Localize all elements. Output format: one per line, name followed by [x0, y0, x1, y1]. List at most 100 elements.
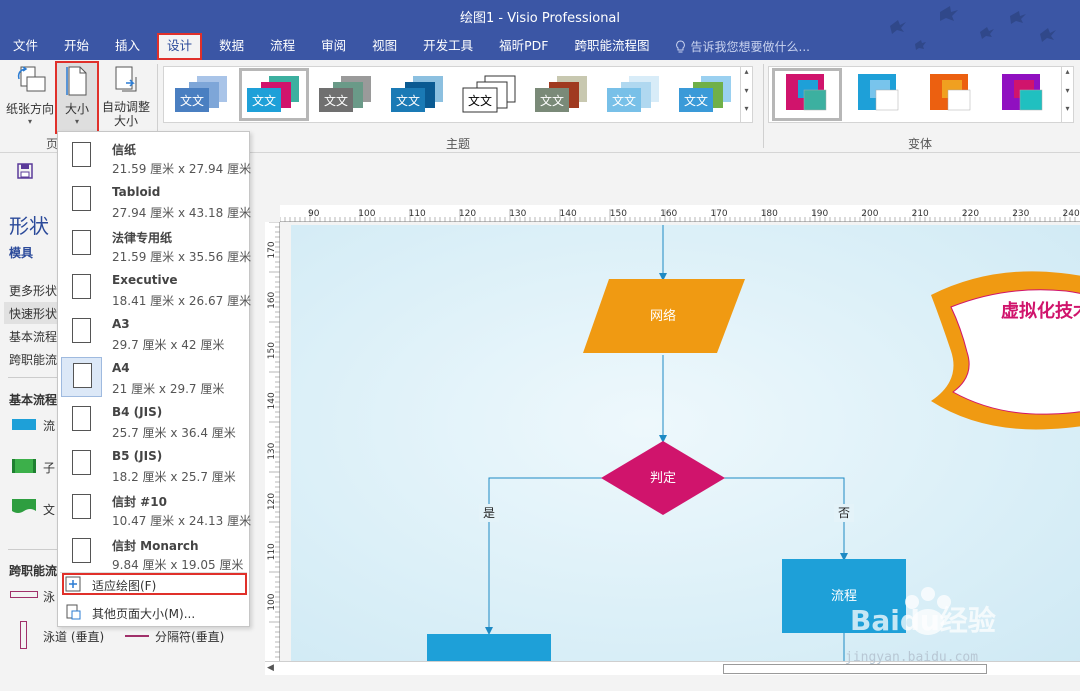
ruler-label: 230: [1012, 209, 1029, 219]
ribbon-separator: [763, 64, 764, 148]
page-size-option[interactable]: 信纸 21.59 厘米 x 27.94 厘米: [58, 136, 251, 180]
page-size-name: 信封 #10: [112, 495, 167, 509]
variant-more[interactable]: ▾: [1061, 104, 1073, 122]
page-size-thumb: [61, 533, 102, 573]
birds-decoration-icon: [890, 6, 1056, 50]
page-size-dims: 10.47 厘米 x 24.13 厘米: [112, 514, 252, 528]
orientation-button[interactable]: 纸张方向 ▾: [4, 65, 56, 126]
page-size-option[interactable]: A3 29.7 厘米 x 42 厘米: [58, 312, 249, 356]
gallery-scroll-up[interactable]: ▴: [740, 67, 752, 86]
scroll-left-icon[interactable]: ◀: [267, 663, 274, 673]
save-icon[interactable]: [17, 163, 33, 179]
connector-no: [723, 477, 848, 561]
more-shapes-link[interactable]: 更多形状: [9, 282, 57, 299]
ruler-label: 150: [267, 342, 277, 359]
tab-data[interactable]: 数据: [206, 33, 257, 59]
variant-swatch[interactable]: [772, 68, 842, 121]
cross-func-item[interactable]: 跨职能流: [9, 351, 57, 368]
gallery-more[interactable]: ▾: [740, 104, 752, 122]
paper-icon: [72, 538, 91, 563]
basic-flow-heading: 基本流程: [9, 393, 58, 407]
theme-swatch[interactable]: 文文: [167, 68, 237, 121]
tab-process[interactable]: 流程: [257, 33, 308, 59]
ruler-label: 220: [962, 209, 979, 219]
process-shape-icon[interactable]: [12, 419, 36, 430]
theme-swatch[interactable]: 文文: [311, 68, 381, 121]
page-size-option[interactable]: 信封 Monarch 9.84 厘米 x 19.05 厘米: [58, 532, 249, 576]
shape-process-label: 流: [43, 419, 56, 433]
ruler-label: 130: [267, 442, 277, 459]
theme-sample-text: 文文: [324, 93, 348, 108]
page-size-option[interactable]: B5 (JIS) 18.2 厘米 x 25.7 厘米: [58, 444, 249, 488]
tab-home[interactable]: 开始: [51, 33, 102, 59]
variant-swatch[interactable]: [916, 68, 986, 121]
tab-view[interactable]: 视图: [359, 33, 410, 59]
themes-group-label: 主题: [446, 137, 471, 151]
orientation-icon: [17, 66, 46, 92]
page-size-option[interactable]: 法律专用纸 21.59 厘米 x 35.56 厘米: [58, 224, 251, 268]
variant-swatch[interactable]: [988, 68, 1058, 121]
shape-subprocess-label: 子: [43, 461, 56, 475]
tab-foxit-pdf[interactable]: 福昕PDF: [486, 33, 561, 59]
tab-design[interactable]: 设计: [157, 32, 203, 60]
paper-icon: [72, 230, 91, 255]
variant-preview-icon: [930, 74, 971, 111]
variant-gallery: ▴ ▾ ▾: [768, 66, 1074, 123]
tab-insert[interactable]: 插入: [102, 33, 153, 59]
swimlane-horizontal-icon[interactable]: [10, 591, 38, 598]
size-button[interactable]: 大小 ▾: [55, 61, 99, 134]
basic-flow-item[interactable]: 基本流程: [9, 328, 57, 345]
swimlane-v-label: 泳道 (垂直): [43, 630, 105, 644]
page-size-thumb: [61, 489, 102, 529]
vertical-ruler: 170 160 150 140 130 120 110 100: [265, 221, 280, 667]
other-page-sizes-command[interactable]: 其他页面大小(M)...: [62, 601, 247, 623]
theme-preview-icon: 文文: [679, 76, 731, 112]
ruler-label: 100: [267, 593, 277, 610]
page-size-option[interactable]: B4 (JIS) 25.7 厘米 x 36.4 厘米: [58, 400, 249, 444]
swimlane-vertical-icon[interactable]: [20, 621, 27, 649]
variant-swatch[interactable]: [844, 68, 914, 121]
theme-swatch[interactable]: 文文: [527, 68, 597, 121]
page-size-option[interactable]: Tabloid 27.94 厘米 x 43.18 厘米: [58, 180, 251, 224]
ruler-label: 190: [811, 209, 828, 219]
theme-swatch[interactable]: 文文: [239, 68, 309, 121]
fit-to-drawing-command[interactable]: 适应绘图(F): [62, 573, 247, 595]
tab-developer[interactable]: 开发工具: [410, 33, 486, 59]
page-size-option[interactable]: 信封 #10 10.47 厘米 x 24.13 厘米: [58, 488, 252, 532]
quick-shapes-item[interactable]: 快速形状: [9, 305, 57, 322]
gallery-scroll-down[interactable]: ▾: [740, 86, 752, 104]
page-size-option[interactable]: A4 21 厘米 x 29.7 厘米: [58, 356, 249, 400]
subprocess-shape-icon[interactable]: [12, 459, 36, 473]
separator-vertical-icon[interactable]: [125, 635, 149, 637]
paper-icon: [72, 142, 91, 167]
tab-stencils[interactable]: 模具: [9, 244, 33, 261]
tell-me-search[interactable]: 告诉我您想要做什么...: [663, 38, 810, 55]
tab-cross-functional[interactable]: 跨职能流程图: [562, 33, 663, 59]
no-label: 否: [838, 506, 850, 520]
title-bar: 绘图1 - Visio Professional 文件 开始 插入 设计 数据 …: [0, 0, 1080, 60]
page-size-option[interactable]: Executive 18.41 厘米 x 26.67 厘米: [58, 268, 251, 312]
tab-file[interactable]: 文件: [0, 33, 51, 59]
theme-swatch[interactable]: 文文: [671, 68, 741, 121]
autofit-button[interactable]: 自动调整 大小: [100, 65, 152, 128]
tab-review[interactable]: 审阅: [308, 33, 359, 59]
horizontal-ruler: 90 100 110 120 130 140 150 160 170 180 190 200 210 22…: [279, 205, 1080, 222]
autofit-label-1: 自动调整: [101, 100, 150, 114]
page-size-dims: 21 厘米 x 29.7 厘米: [112, 382, 225, 396]
autofit-label-2: 大小: [113, 114, 138, 128]
network-label: 网络: [650, 308, 676, 324]
document-shape-icon[interactable]: [12, 499, 36, 515]
variant-scroll-up[interactable]: ▴: [1061, 67, 1073, 86]
page-size-thumb: [61, 269, 102, 309]
theme-swatch[interactable]: 文文: [455, 68, 525, 121]
page-size-name: 法律专用纸: [112, 231, 173, 245]
page-size-name: B5 (JIS): [112, 449, 163, 463]
ruler-label: 90: [308, 209, 320, 219]
ruler-label: 100: [358, 209, 375, 219]
theme-preview-icon: 文文: [247, 76, 299, 112]
theme-swatch[interactable]: 文文: [599, 68, 669, 121]
ribbon-tabs: 文件 开始 插入 设计 数据 流程 审阅 视图 开发工具 福昕PDF 跨职能流程…: [0, 32, 810, 60]
variant-scroll-down[interactable]: ▾: [1061, 86, 1073, 104]
theme-swatch[interactable]: 文文: [383, 68, 453, 121]
variant-preview-icon: [858, 74, 899, 111]
